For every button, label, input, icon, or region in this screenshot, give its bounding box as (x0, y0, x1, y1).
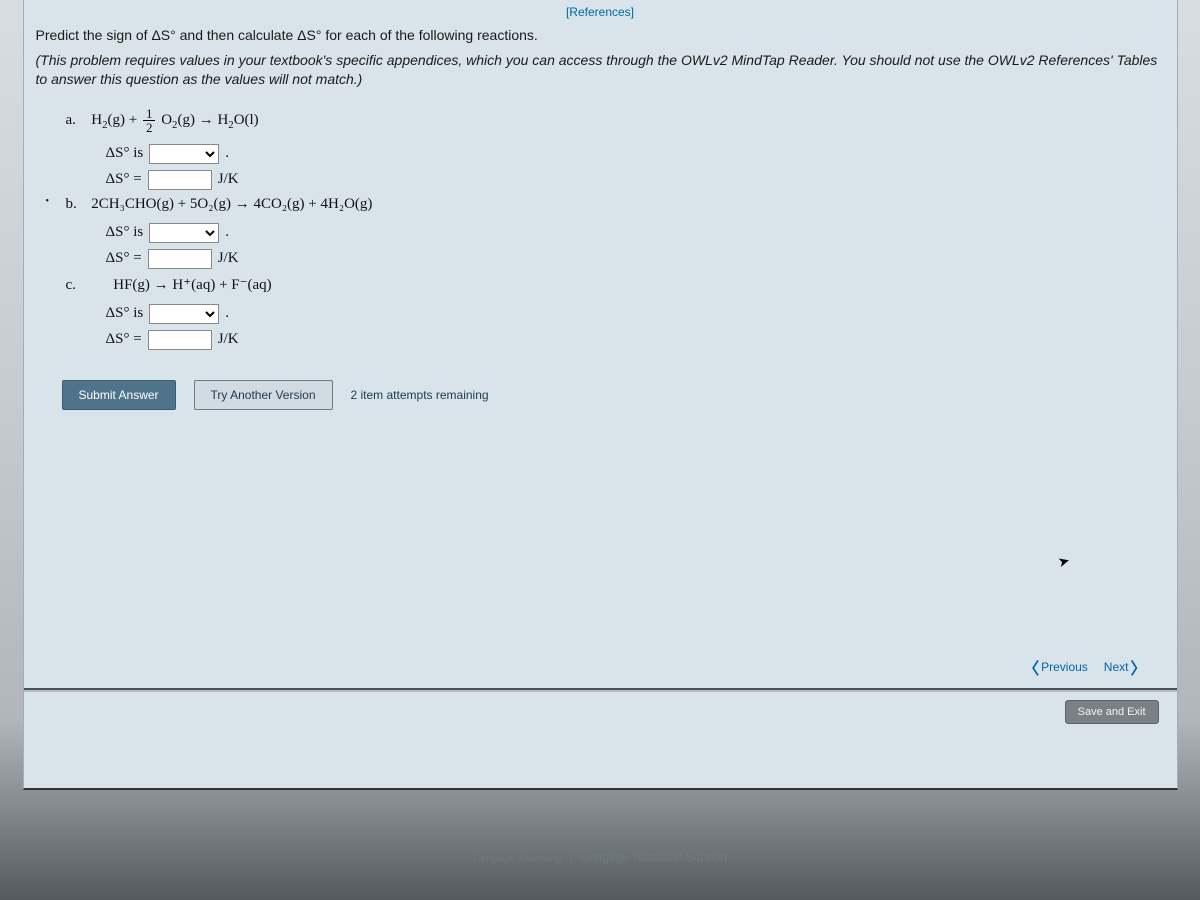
deltaS-is-label: ΔS° is (106, 224, 144, 241)
unit-label: J/K (218, 171, 239, 188)
try-another-version-button[interactable]: Try Another Version (194, 380, 333, 410)
part-b-label: b. (66, 196, 88, 213)
deltaS-is-label: ΔS° is (106, 305, 144, 322)
deltaS-eq-label: ΔS° = (106, 171, 142, 188)
chevron-left-icon: 〈 (1023, 655, 1039, 679)
period: . (225, 145, 229, 162)
part-c-sign-select[interactable] (149, 304, 219, 324)
part-c-value-input[interactable] (148, 330, 212, 350)
part-b-sign-select[interactable] (149, 223, 219, 243)
nav-row: 〈 Previous Next 〉 (1023, 655, 1146, 679)
button-row: Submit Answer Try Another Version 2 item… (62, 380, 1165, 410)
attempts-remaining: 2 item attempts remaining (351, 388, 489, 402)
cursor-icon: ➤ (1056, 552, 1072, 571)
chevron-right-icon: 〉 (1130, 655, 1146, 679)
deltaS-is-label: ΔS° is (106, 145, 144, 162)
part-a-value-row: ΔS° = J/K (106, 170, 1165, 190)
bullet-icon: • (46, 196, 50, 207)
part-b-value-input[interactable] (148, 249, 212, 269)
next-link[interactable]: Next 〉 (1104, 655, 1147, 679)
previous-link[interactable]: 〈 Previous (1023, 655, 1088, 679)
part-b: • b. 2CH₃CHO(g) + 5O₂(g) → 4CO₂(g) + 4H₂… (66, 196, 1165, 213)
unit-label: J/K (218, 250, 239, 267)
part-c-value-row: ΔS° = J/K (106, 330, 1165, 350)
part-b-sign-row: ΔS° is . (106, 223, 1165, 243)
part-a-sign-row: ΔS° is . (106, 144, 1165, 164)
part-b-equation: 2CH₃CHO(g) + 5O₂(g) → 4CO₂(g) + 4H₂O(g) (91, 196, 372, 212)
footer-tech-support[interactable]: Cengage Technical Support (580, 850, 727, 864)
save-and-exit-button[interactable]: Save and Exit (1065, 700, 1159, 724)
question-panel: [References] Predict the sign of ΔS° and… (23, 0, 1178, 790)
part-a-value-input[interactable] (148, 170, 212, 190)
part-b-value-row: ΔS° = J/K (106, 249, 1165, 269)
footer-separator: | (570, 850, 573, 864)
divider (24, 688, 1177, 692)
part-c-label: c. (66, 277, 88, 294)
part-c-sign-row: ΔS° is . (106, 304, 1165, 324)
footer: Cengage Learning | Cengage Technical Sup… (0, 850, 1200, 865)
footer-cengage-learning[interactable]: Cengage Learning (473, 850, 563, 864)
part-a: a. H2(g) + 12 O2(g) → H2O(l) (66, 107, 1165, 134)
submit-answer-button[interactable]: Submit Answer (62, 380, 176, 410)
period: . (225, 305, 229, 322)
part-c-equation: HF(g) → H⁺(aq) + F⁻(aq) (113, 277, 271, 293)
references-link[interactable]: [References] (36, 0, 1165, 25)
deltaS-eq-label: ΔS° = (106, 331, 142, 348)
unit-label: J/K (218, 331, 239, 348)
question-intro: Predict the sign of ΔS° and then calcula… (36, 27, 1165, 43)
deltaS-eq-label: ΔS° = (106, 250, 142, 267)
part-a-sign-select[interactable] (149, 144, 219, 164)
question-note: (This problem requires values in your te… (36, 51, 1165, 89)
part-a-label: a. (66, 112, 88, 129)
period: . (225, 224, 229, 241)
part-a-equation: H2(g) + 12 O2(g) → H2O(l) (91, 112, 258, 128)
part-c: c. HF(g) → H⁺(aq) + F⁻(aq) (66, 275, 1165, 294)
